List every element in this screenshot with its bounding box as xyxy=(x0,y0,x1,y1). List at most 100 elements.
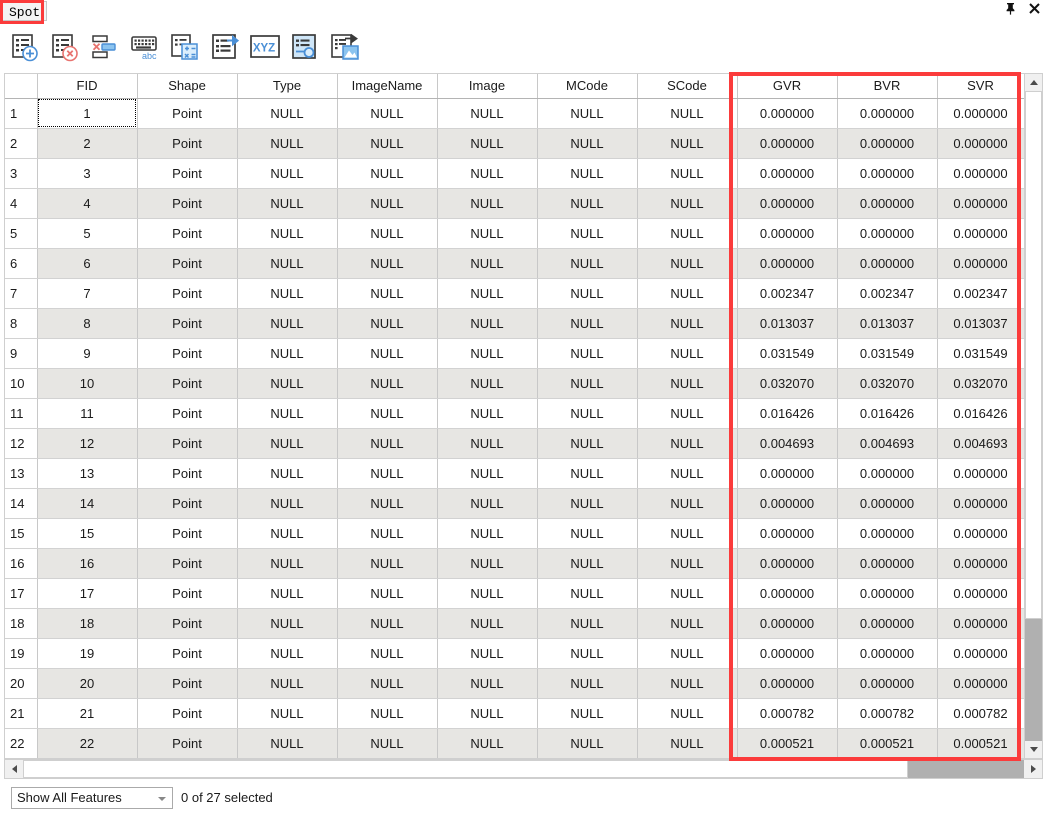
cell-mcode[interactable]: NULL xyxy=(537,308,638,339)
row-number-cell[interactable]: 20 xyxy=(5,668,38,699)
cell-gvr[interactable]: 0.000000 xyxy=(737,548,838,579)
cell-gvr[interactable]: 0.013037 xyxy=(737,308,838,339)
cell-image[interactable]: NULL xyxy=(437,668,538,699)
cell-gvr[interactable]: 0.000000 xyxy=(737,638,838,669)
cell-imagename[interactable]: NULL xyxy=(337,308,438,339)
cell-bvr[interactable]: 0.000000 xyxy=(837,668,938,699)
scroll-down-button[interactable] xyxy=(1025,741,1042,758)
header-bvr[interactable]: BVR xyxy=(837,74,938,99)
cell-image[interactable]: NULL xyxy=(437,188,538,219)
cell-gvr[interactable]: 0.000000 xyxy=(737,578,838,609)
cell-fid[interactable]: 15 xyxy=(37,518,138,549)
cell-gvr[interactable]: 0.000000 xyxy=(737,128,838,159)
row-number-cell[interactable]: 22 xyxy=(5,728,38,758)
cell-mcode[interactable]: NULL xyxy=(537,548,638,579)
cell-scode[interactable]: NULL xyxy=(637,188,738,219)
header-fid[interactable]: FID xyxy=(37,74,138,99)
cell-bvr[interactable]: 0.032070 xyxy=(837,368,938,399)
table-row[interactable]: 6 6 Point NULL NULL NULL NULL NULL 0.000000 0.000… xyxy=(5,248,1025,279)
cell-type[interactable]: NULL xyxy=(237,638,338,669)
cell-type[interactable]: NULL xyxy=(237,398,338,429)
cell-mcode[interactable]: NULL xyxy=(537,158,638,189)
cell-svr[interactable]: 0.002347 xyxy=(937,278,1025,309)
cell-type[interactable]: NULL xyxy=(237,608,338,639)
cell-bvr[interactable]: 0.000000 xyxy=(837,128,938,159)
cell-scode[interactable]: NULL xyxy=(637,368,738,399)
cell-fid[interactable]: 9 xyxy=(37,338,138,369)
cell-image[interactable]: NULL xyxy=(437,638,538,669)
cell-fid[interactable]: 16 xyxy=(37,548,138,579)
cell-gvr[interactable]: 0.000000 xyxy=(737,98,838,129)
cell-type[interactable]: NULL xyxy=(237,158,338,189)
cell-fid[interactable]: 20 xyxy=(37,668,138,699)
cell-image[interactable]: NULL xyxy=(437,518,538,549)
cell-svr[interactable]: 0.000000 xyxy=(937,668,1025,699)
cell-imagename[interactable]: NULL xyxy=(337,728,438,758)
pin-icon[interactable] xyxy=(1003,2,1017,18)
cell-type[interactable]: NULL xyxy=(237,218,338,249)
cell-bvr[interactable]: 0.031549 xyxy=(837,338,938,369)
row-number-cell[interactable]: 6 xyxy=(5,248,38,279)
vertical-scrollbar[interactable] xyxy=(1024,73,1043,759)
cell-svr[interactable]: 0.000000 xyxy=(937,158,1025,189)
cell-image[interactable]: NULL xyxy=(437,128,538,159)
table-row[interactable]: 7 7 Point NULL NULL NULL NULL NULL 0.002347 0.002… xyxy=(5,278,1025,309)
cell-image[interactable]: NULL xyxy=(437,368,538,399)
table-row[interactable]: 17 17 Point NULL NULL NULL NULL NULL 0.000000 0.0… xyxy=(5,578,1025,609)
cell-image[interactable]: NULL xyxy=(437,278,538,309)
cell-shape[interactable]: Point xyxy=(137,338,238,369)
cell-mcode[interactable]: NULL xyxy=(537,668,638,699)
cell-shape[interactable]: Point xyxy=(137,188,238,219)
cell-scode[interactable]: NULL xyxy=(637,308,738,339)
cell-type[interactable]: NULL xyxy=(237,128,338,159)
table-row[interactable]: 16 16 Point NULL NULL NULL NULL NULL 0.000000 0.0… xyxy=(5,548,1025,579)
header-scode[interactable]: SCode xyxy=(637,74,738,99)
row-number-cell[interactable]: 21 xyxy=(5,698,38,729)
cell-type[interactable]: NULL xyxy=(237,188,338,219)
cell-type[interactable]: NULL xyxy=(237,248,338,279)
cell-mcode[interactable]: NULL xyxy=(537,638,638,669)
cell-scode[interactable]: NULL xyxy=(637,248,738,279)
cell-shape[interactable]: Point xyxy=(137,308,238,339)
table-row[interactable]: 20 20 Point NULL NULL NULL NULL NULL 0.000000 0.0… xyxy=(5,668,1025,699)
table-row[interactable]: 19 19 Point NULL NULL NULL NULL NULL 0.000000 0.0… xyxy=(5,638,1025,669)
cell-imagename[interactable]: NULL xyxy=(337,488,438,519)
cell-imagename[interactable]: NULL xyxy=(337,428,438,459)
cell-scode[interactable]: NULL xyxy=(637,278,738,309)
cell-scode[interactable]: NULL xyxy=(637,548,738,579)
cell-mcode[interactable]: NULL xyxy=(537,218,638,249)
cell-shape[interactable]: Point xyxy=(137,548,238,579)
cell-gvr[interactable]: 0.000782 xyxy=(737,698,838,729)
cell-fid[interactable]: 3 xyxy=(37,158,138,189)
cell-mcode[interactable]: NULL xyxy=(537,578,638,609)
cell-image[interactable]: NULL xyxy=(437,578,538,609)
cell-gvr[interactable]: 0.000000 xyxy=(737,158,838,189)
cell-fid[interactable]: 21 xyxy=(37,698,138,729)
cell-gvr[interactable]: 0.000000 xyxy=(737,188,838,219)
feature-filter-select[interactable]: Show All Features xyxy=(11,787,173,809)
cell-scode[interactable]: NULL xyxy=(637,518,738,549)
row-number-cell[interactable]: 8 xyxy=(5,308,38,339)
cell-fid[interactable]: 18 xyxy=(37,608,138,639)
cell-gvr[interactable]: 0.000000 xyxy=(737,668,838,699)
cell-imagename[interactable]: NULL xyxy=(337,638,438,669)
table-row[interactable]: 8 8 Point NULL NULL NULL NULL NULL 0.013037 0.013… xyxy=(5,308,1025,339)
cell-type[interactable]: NULL xyxy=(237,278,338,309)
cell-mcode[interactable]: NULL xyxy=(537,248,638,279)
cell-type[interactable]: NULL xyxy=(237,518,338,549)
cell-type[interactable]: NULL xyxy=(237,428,338,459)
horizontal-scroll-track[interactable] xyxy=(23,760,1024,778)
cell-imagename[interactable]: NULL xyxy=(337,248,438,279)
cell-fid[interactable]: 19 xyxy=(37,638,138,669)
cell-bvr[interactable]: 0.000000 xyxy=(837,218,938,249)
cell-shape[interactable]: Point xyxy=(137,518,238,549)
cell-type[interactable]: NULL xyxy=(237,698,338,729)
row-number-cell[interactable]: 1 xyxy=(5,98,38,129)
cell-bvr[interactable]: 0.004693 xyxy=(837,428,938,459)
row-number-cell[interactable]: 2 xyxy=(5,128,38,159)
cell-mcode[interactable]: NULL xyxy=(537,98,638,129)
cell-imagename[interactable]: NULL xyxy=(337,578,438,609)
cell-shape[interactable]: Point xyxy=(137,428,238,459)
cell-imagename[interactable]: NULL xyxy=(337,158,438,189)
cell-bvr[interactable]: 0.000000 xyxy=(837,548,938,579)
